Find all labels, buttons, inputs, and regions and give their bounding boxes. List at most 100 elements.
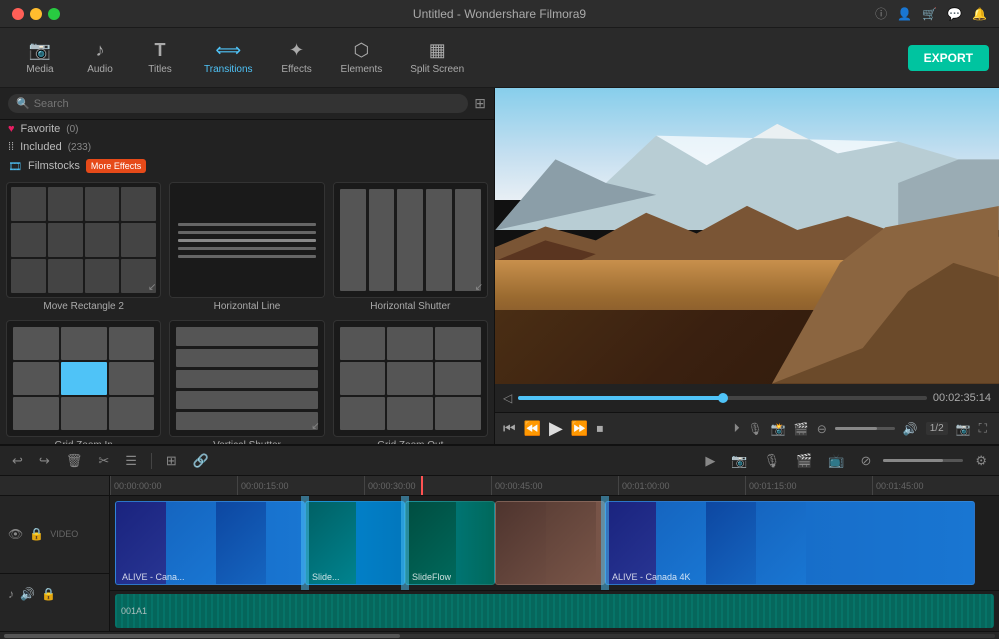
grid-dots-icon: ⁞⁞ [8, 141, 14, 153]
clip-slide[interactable]: Slide... [305, 501, 405, 585]
clip-alive-2[interactable]: ALIVE - Canada 4K [605, 501, 975, 585]
transition-marker-2[interactable] [401, 496, 409, 590]
pip-icon[interactable]: 📺 [824, 451, 848, 471]
transitions-grid: ↙ Move Rectangle 2 Horizontal Line [0, 176, 494, 444]
volume-icon[interactable]: 🔊 [903, 422, 918, 436]
transition-marker-1[interactable] [301, 496, 309, 590]
ruler-mark-3: 00:00:45:00 [491, 476, 618, 495]
timeline-camera-icon[interactable]: 📷 [727, 451, 751, 471]
notification-icon: 🔔 [972, 7, 987, 21]
filmstocks-label: Filmstocks [28, 160, 80, 172]
lock-icon[interactable]: 🔒 [29, 527, 44, 541]
transition-gridzoomin[interactable]: Grid Zoom In [6, 320, 161, 444]
sidebar-favorite[interactable]: ♥ Favorite (0) [0, 120, 494, 138]
music-icon[interactable]: ♪ [8, 587, 14, 601]
timeline-settings-icon[interactable]: ⚙ [971, 451, 991, 471]
minimize-button[interactable] [30, 8, 42, 20]
grid-view-icon[interactable]: ⊞ [474, 95, 486, 112]
cut-button[interactable]: ✂ [94, 451, 113, 471]
eye-icon[interactable]: 👁 [8, 527, 23, 541]
timeline-scrollbar[interactable] [0, 631, 999, 639]
audio-lock-icon[interactable]: 🔒 [41, 587, 56, 601]
volume-slider[interactable] [835, 427, 895, 430]
more-effects-button[interactable]: More Effects [86, 159, 146, 173]
snapshot-icon[interactable]: 📸 [771, 422, 786, 436]
stop-button[interactable]: ⏹ [596, 420, 603, 437]
fullscreen-icon[interactable]: ⛶ [979, 421, 987, 436]
search-icon: 🔍 [16, 97, 30, 110]
screenshot-icon[interactable]: 📷 [956, 422, 971, 436]
toolbar-media[interactable]: 📷 Media [10, 34, 70, 81]
add-track-button[interactable]: ⊞ [162, 451, 181, 471]
volume-track-icon[interactable]: 🔊 [20, 587, 35, 601]
timeline-area: ↩ ↪ 🗑 ✂ ☰ ⊞ 🔗 ▶ 📷 🎙 🎬 📺 ⊘ ⚙ 👁 🔒 [0, 444, 999, 639]
transition-hshutter[interactable]: ↙ Horizontal Shutter [333, 182, 488, 312]
traffic-lights [12, 8, 60, 20]
toolbar-titles[interactable]: T Titles [130, 34, 190, 81]
no-icon[interactable]: ⊘ [856, 451, 875, 471]
close-button[interactable] [12, 8, 24, 20]
toolbar-splitscreen[interactable]: ▦ Split Screen [396, 34, 478, 81]
toolbar-audio[interactable]: ♪ Audio [70, 34, 130, 81]
media-icon: 📷 [29, 40, 51, 61]
audio-track: 001A1 [110, 591, 999, 631]
transition-label-move-rect: Move Rectangle 2 [6, 301, 161, 312]
transition-vshutter[interactable]: ↙ Vertical Shutter [169, 320, 324, 444]
timeline-play-icon[interactable]: ▶ [701, 451, 719, 471]
play-button[interactable]: ▶ [549, 418, 563, 439]
playhead[interactable] [421, 476, 423, 495]
film-timeline-icon[interactable]: 🎬 [792, 451, 816, 471]
sidebar-filmstocks[interactable]: 🎞 Filmstocks More Effects [0, 156, 494, 176]
play-circle-icon[interactable]: ⏵ [734, 421, 740, 436]
mic-timeline-icon[interactable]: 🎙 [760, 451, 785, 471]
clip-slideflow[interactable]: SlideFlow [405, 501, 495, 585]
frame-back-button[interactable]: ⏪ [524, 420, 541, 437]
playback-bar: ◁ 00:02:35:14 [495, 384, 999, 412]
timeline-volume-slider[interactable] [883, 459, 963, 462]
toolbar-effects[interactable]: ✦ Effects [267, 34, 327, 81]
transition-hline[interactable]: Horizontal Line [169, 182, 324, 312]
cart-icon: 🛒 [922, 7, 937, 21]
transition-thumb-move-rect: ↙ [6, 182, 161, 298]
left-panel: 🔍 ⊞ ♥ Favorite (0) ⁞⁞ Included (233) 🎞 F… [0, 88, 495, 444]
transition-label-hshutter: Horizontal Shutter [333, 301, 488, 312]
time-display: 00:02:35:14 [933, 392, 991, 404]
right-panel: ◁ 00:02:35:14 ⏮ ⏪ ▶ ⏩ ⏹ ⏵ 🎙 📸 🎬 ⊖ [495, 88, 999, 444]
toolbar-transitions[interactable]: ⟺ Transitions [190, 34, 267, 81]
link-button[interactable]: 🔗 [189, 451, 213, 471]
undo-button[interactable]: ↩ [8, 451, 27, 471]
quality-badge[interactable]: 1/2 [926, 422, 948, 435]
mic-icon[interactable]: 🎙 [748, 422, 763, 436]
scrollbar-track[interactable] [4, 634, 995, 638]
video-track-label: 👁 🔒 VIDEO [0, 496, 109, 574]
zoom-out-icon[interactable]: ⊖ [817, 422, 827, 436]
progress-thumb [718, 393, 728, 403]
clip-brown[interactable] [495, 501, 605, 585]
heart-icon: ♥ [8, 123, 15, 135]
clip-alive-1[interactable]: ALIVE - Cana... [115, 501, 305, 585]
film-icon[interactable]: 🎬 [794, 422, 809, 436]
sidebar-included[interactable]: ⁞⁞ Included (233) [0, 138, 494, 156]
delete-clip-button[interactable]: 🗑 [62, 451, 87, 471]
transition-thumb-hline [169, 182, 324, 298]
maximize-button[interactable] [48, 8, 60, 20]
transition-move-rect[interactable]: ↙ Move Rectangle 2 [6, 182, 161, 312]
favorite-count: (0) [66, 124, 78, 135]
progress-bar[interactable] [518, 396, 927, 400]
transition-marker-3[interactable] [601, 496, 609, 590]
preview-area [495, 88, 999, 384]
timeline-body: 👁 🔒 VIDEO ♪ 🔊 🔒 00:00:00:00 00:00:15:00 … [0, 476, 999, 631]
skip-back-button[interactable]: ⏮ [503, 420, 516, 437]
transition-gridzoomout[interactable]: Grid Zoom Out [333, 320, 488, 444]
export-button[interactable]: EXPORT [908, 45, 989, 71]
redo-button[interactable]: ↪ [35, 451, 54, 471]
ruler-marks: 00:00:00:00 00:00:15:00 00:00:30:00 00:0… [110, 476, 999, 495]
search-input[interactable] [34, 98, 461, 110]
audio-clip[interactable]: 001A1 [115, 594, 994, 628]
search-bar[interactable]: 🔍 [8, 94, 468, 113]
frame-forward-button[interactable]: ⏩ [571, 420, 588, 437]
toolbar-elements[interactable]: ⬡ Elements [327, 34, 397, 81]
scrollbar-thumb[interactable] [4, 634, 400, 638]
list-button[interactable]: ☰ [121, 451, 141, 471]
ruler-mark-5: 00:01:15:00 [745, 476, 872, 495]
